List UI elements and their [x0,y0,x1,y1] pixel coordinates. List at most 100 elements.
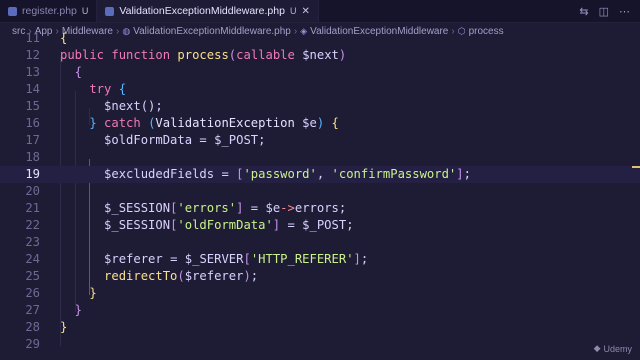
line-number: 27 [25,303,40,317]
code-text: { [60,64,82,81]
line-number: 19 [25,167,40,181]
code-line[interactable]: 23 [0,234,640,251]
code-line[interactable]: 15 $next(); [0,98,640,115]
code-line[interactable]: 28} [0,319,640,336]
code-text: } [60,285,97,302]
line-number: 12 [25,48,40,62]
code-token: } [60,303,83,317]
code-token: ; [338,201,347,215]
code-line[interactable]: 25 redirectTo($referer); [0,268,640,285]
code-token: 'HTTP_REFERER' [250,252,354,266]
more-actions-icon[interactable]: ⋯ [619,5,630,18]
code-token: { [60,31,68,45]
code-token: = [287,218,295,232]
code-text: public function process(callable $next) [60,47,346,64]
code-line[interactable]: 19 $excludedFields = ['password', 'confi… [0,166,640,183]
code-line[interactable]: 11 { [0,30,640,47]
code-token: } [60,286,97,300]
code-token: , [316,167,332,181]
tab-register[interactable]: register.php U [0,0,98,22]
code-token: 'password' [243,167,317,181]
split-editor-icon[interactable]: ◫ [599,5,609,18]
code-token: catch [104,116,141,130]
code-token: ) [338,48,347,62]
udemy-logo-icon: ◆ [593,343,601,353]
code-line[interactable]: 29 [0,336,640,353]
code-token: callable [236,48,295,62]
code-line[interactable]: 27 } [0,302,640,319]
line-number: 26 [25,286,40,300]
line-number: 24 [25,252,40,266]
code-token: = [221,167,229,181]
code-line[interactable]: 26 } [0,285,640,302]
code-token: = [199,133,207,147]
code-token: (); [140,99,163,113]
editor-tab-bar: register.php U ValidationExceptionMiddle… [0,0,640,23]
code-token: ValidationException [155,116,295,130]
code-line[interactable]: 20 [0,183,640,200]
code-line[interactable]: 24 $referer = $_SERVER['HTTP_REFERER']; [0,251,640,268]
line-number: 20 [25,184,40,198]
php-file-icon [8,6,17,16]
php-file-icon [105,6,115,16]
code-line[interactable]: 12 public function process(callable $next… [0,47,640,64]
git-status-badge: U [289,6,297,16]
code-token: public [60,48,105,62]
code-line[interactable]: 22 $_SESSION['oldFormData'] = $_POST; [0,217,640,234]
code-editor[interactable]: 11 {12 public function process(callable $n… [0,31,640,360]
code-line[interactable]: 21 $_SESSION['errors'] = $e->errors; [0,200,640,217]
code-token: 'confirmPassword' [331,167,457,181]
line-number: 15 [25,99,40,113]
code-text: } [60,319,67,336]
code-line[interactable]: 17 $oldFormData = $_POST; [0,132,640,149]
line-number: 17 [25,133,40,147]
code-token: errors [294,201,339,215]
code-token: $_POST [302,218,347,232]
code-text: $excludedFields = ['password', 'confirmP… [60,166,471,183]
code-token: { [331,116,339,130]
code-token: $next [60,99,141,113]
code-line[interactable]: 18 [0,149,640,166]
code-line[interactable]: 14 try { [0,81,640,98]
code-line[interactable]: 13 { [0,64,640,81]
code-token: 'errors' [177,201,237,215]
line-number: 23 [25,235,40,249]
code-token: ; [463,167,471,181]
code-token: $_SESSION [60,201,171,215]
code-text: } [60,302,82,319]
line-number: 29 [25,337,40,351]
watermark-text: Udemy [603,343,632,354]
code-token: $referer [60,252,163,266]
code-text: $referer = $_SERVER['HTTP_REFERER']; [60,251,368,268]
code-text: $_SESSION['errors'] = $e->errors; [60,200,346,217]
code-token: 'oldFormData' [177,218,273,232]
tab-label: register.php [22,5,77,17]
code-token: ) [243,269,251,283]
code-text: $oldFormData = $_POST; [60,132,265,149]
line-number: 11 [25,31,40,45]
code-token: ; [360,252,369,266]
compare-changes-icon[interactable]: ⇆ [579,5,588,18]
code-token: try [60,82,112,96]
code-token: $e [302,116,317,130]
line-number: 13 [25,65,40,79]
code-text: { [60,30,67,47]
code-token: $oldFormData [60,133,193,147]
code-token: { [118,82,127,96]
code-token: { [60,65,83,79]
code-line[interactable]: 16 } catch (ValidationException $e) { [0,115,640,132]
code-token: ; [250,269,259,283]
code-token: ; [346,218,354,232]
code-text: $next(); [60,98,163,115]
tab-validation-exception-middleware[interactable]: ValidationExceptionMiddleware.php U ✕ [97,0,319,22]
close-icon[interactable]: ✕ [301,6,309,17]
code-token: } [60,320,68,334]
code-token: $excludedFields [60,167,215,181]
line-number: 25 [25,269,40,283]
